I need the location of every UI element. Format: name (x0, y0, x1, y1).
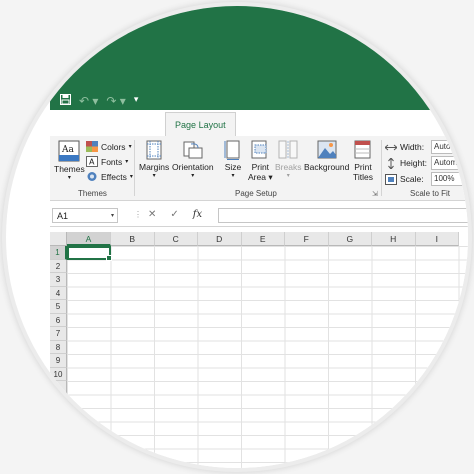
column-header-i[interactable]: I (415, 232, 459, 246)
themes-caret: ▾ (67, 175, 71, 181)
ribbon-tabs: File Home Insert Page Layout Formulas Da… (50, 112, 450, 137)
row-header-7[interactable]: 7 (50, 327, 67, 341)
print-area-button[interactable]: Print Area ▾ (248, 140, 273, 182)
themes-button[interactable]: Aa Themes ▾ (54, 140, 85, 182)
tab-home[interactable]: Home (83, 112, 125, 136)
row-header-10[interactable]: 10 (50, 367, 67, 381)
tab-review[interactable]: Review (328, 112, 376, 136)
row-header-8[interactable]: 8 (50, 340, 67, 354)
formula-bar: A1 ▾ ⋮ ✕ ✓ fx (50, 206, 468, 227)
title-bar: ↶ ▾ ↷ ▾ ▾ File Home Insert Page Layout F… (50, 6, 468, 137)
breaks-button[interactable]: Breaks ▾ (275, 140, 301, 180)
column-header-g[interactable]: G (328, 232, 372, 246)
customize-qat-icon[interactable]: ▾ (134, 94, 139, 108)
redo-icon[interactable]: ↷ ▾ (106, 94, 125, 108)
svg-text:A: A (89, 158, 95, 167)
breaks-icon (277, 140, 299, 160)
row-header-5[interactable]: 5 (50, 300, 67, 314)
more-options-icon: ⋮ (134, 210, 142, 219)
column-header-e[interactable]: E (241, 232, 285, 246)
scale-control: Scale: 100% (385, 172, 465, 186)
column-header-b[interactable]: B (111, 232, 155, 246)
cell-area[interactable] (67, 246, 468, 468)
tab-data[interactable]: Data (291, 112, 328, 136)
themes-group-label: Themes (78, 189, 107, 198)
ribbon: Aa Themes ▾ Colors ▾ A Fonts ▾ Effects ▾ Th… (50, 136, 468, 201)
fonts-icon: A (86, 156, 98, 167)
column-header-d[interactable]: D (198, 232, 242, 246)
tab-view[interactable]: View (376, 112, 413, 136)
print-titles-button[interactable]: Print Titles (352, 140, 374, 182)
print-titles-icon (352, 140, 374, 160)
fonts-button[interactable]: A Fonts ▾ (86, 156, 128, 167)
column-header-a[interactable]: A (67, 232, 111, 246)
scale-to-fit-group-label: Scale to Fit (410, 189, 451, 198)
height-dropdown[interactable]: Automatic (431, 156, 465, 170)
cancel-icon[interactable]: ✕ (148, 209, 156, 220)
colors-button[interactable]: Colors ▾ (86, 141, 132, 152)
background-button[interactable]: Background (304, 140, 349, 172)
margins-button[interactable]: Margins ▾ (139, 140, 169, 180)
select-all-button[interactable] (50, 232, 67, 246)
undo-icon[interactable]: ↶ ▾ (79, 94, 98, 108)
row-header-2[interactable]: 2 (50, 259, 67, 273)
effects-button[interactable]: Effects ▾ (86, 171, 133, 182)
formula-bar-buttons: ✕ ✓ fx (148, 209, 202, 220)
width-control: Width: Automatic (385, 140, 465, 154)
active-cell-a1[interactable] (67, 246, 112, 261)
chevron-down-icon: ▾ (110, 213, 114, 219)
page-setup-launcher-icon[interactable]: ⇲ (372, 190, 378, 198)
circular-frame: ↶ ▾ ↷ ▾ ▾ File Home Insert Page Layout F… (6, 6, 468, 468)
tab-page-layout[interactable]: Page Layout (165, 112, 236, 137)
print-area-icon (249, 140, 271, 160)
group-separator (381, 140, 382, 196)
save-icon[interactable] (60, 94, 71, 108)
scale-input[interactable]: 100% (431, 172, 465, 186)
margins-icon (143, 140, 165, 160)
svg-text:Aa: Aa (61, 145, 74, 155)
name-box[interactable]: A1 ▾ (52, 208, 118, 223)
width-dropdown[interactable]: Automatic (431, 140, 465, 154)
quick-access-toolbar: ↶ ▾ ↷ ▾ ▾ (60, 94, 138, 108)
excel-window: ↶ ▾ ↷ ▾ ▾ File Home Insert Page Layout F… (50, 6, 468, 468)
tab-insert[interactable]: Insert (125, 112, 166, 136)
height-control: Height: Automatic (385, 156, 465, 170)
themes-icon: Aa (58, 140, 80, 162)
height-icon (388, 157, 394, 169)
column-header-f[interactable]: F (285, 232, 329, 246)
column-header-c[interactable]: C (154, 232, 198, 246)
orientation-button[interactable]: Orientation ▾ (172, 140, 214, 180)
background-icon (316, 140, 338, 160)
themes-label: Themes (54, 164, 85, 174)
formula-input[interactable] (218, 208, 468, 223)
scale-icon (385, 173, 397, 185)
colors-icon (86, 141, 98, 152)
group-separator (134, 140, 135, 196)
row-header-1[interactable]: 1 (50, 246, 67, 260)
row-header-9[interactable]: 9 (50, 354, 67, 368)
page-setup-group-label: Page Setup (235, 189, 277, 198)
column-header-h[interactable]: H (372, 232, 416, 246)
width-icon (385, 144, 397, 150)
orientation-icon (182, 140, 204, 160)
size-button[interactable]: Size ▾ (222, 140, 244, 180)
effects-icon (87, 172, 97, 181)
row-header-6[interactable]: 6 (50, 313, 67, 327)
row-header-4[interactable]: 4 (50, 286, 67, 300)
row-header-3[interactable]: 3 (50, 273, 67, 287)
size-icon (222, 140, 244, 160)
row-header-filler (50, 381, 67, 468)
tab-file[interactable]: File (50, 112, 83, 136)
tab-formulas[interactable]: Formulas (236, 112, 292, 136)
insert-function-icon[interactable]: fx (193, 209, 202, 220)
tab-help[interactable]: Help (413, 112, 450, 136)
enter-icon[interactable]: ✓ (170, 209, 178, 220)
